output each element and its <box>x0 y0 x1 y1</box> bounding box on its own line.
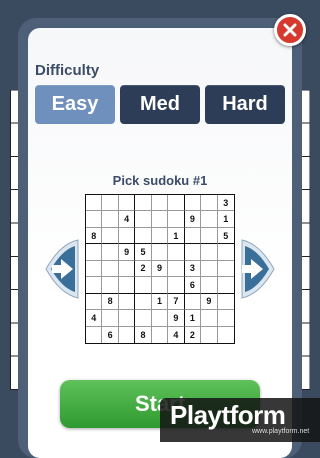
sudoku-cell[interactable] <box>118 227 136 245</box>
difficulty-title: Difficulty <box>35 62 100 79</box>
sudoku-cell[interactable] <box>102 260 119 278</box>
sudoku-cell[interactable] <box>151 195 169 212</box>
sudoku-cell[interactable]: 4 <box>118 211 136 228</box>
sudoku-cell[interactable] <box>168 244 185 261</box>
sudoku-cell[interactable] <box>151 227 169 245</box>
sudoku-cell[interactable] <box>135 277 152 294</box>
sudoku-cell[interactable]: 8 <box>102 293 119 311</box>
sudoku-cell[interactable] <box>201 277 218 294</box>
sudoku-cell[interactable]: 9 <box>168 310 185 327</box>
sudoku-cell[interactable] <box>151 310 169 327</box>
sudoku-cell[interactable]: 7 <box>168 293 185 311</box>
previous-puzzle-button[interactable] <box>42 238 80 300</box>
sudoku-cell[interactable]: 9 <box>118 244 136 261</box>
sudoku-cell[interactable] <box>217 244 234 261</box>
sudoku-cell[interactable] <box>201 211 218 228</box>
next-puzzle-button[interactable] <box>240 238 278 300</box>
sudoku-cell[interactable] <box>168 211 185 228</box>
sudoku-cell[interactable]: 5 <box>217 228 234 245</box>
sudoku-cell[interactable] <box>168 260 185 278</box>
sudoku-cell[interactable] <box>151 277 169 294</box>
sudoku-cell[interactable] <box>217 261 234 278</box>
sudoku-cell[interactable]: 1 <box>184 310 202 327</box>
sudoku-cell[interactable] <box>135 195 152 212</box>
sudoku-cell[interactable]: 9 <box>184 211 202 228</box>
sudoku-cell[interactable]: 3 <box>217 195 234 212</box>
close-button[interactable] <box>274 14 306 46</box>
sudoku-cell[interactable] <box>168 277 185 294</box>
sudoku-cell[interactable] <box>201 195 218 212</box>
sudoku-cell[interactable]: 6 <box>102 326 119 343</box>
sudoku-cell[interactable] <box>86 277 103 294</box>
sudoku-cell[interactable] <box>184 244 202 261</box>
sudoku-cell[interactable] <box>217 294 234 311</box>
sudoku-cell[interactable]: 6 <box>184 277 202 294</box>
sudoku-cell[interactable] <box>201 227 218 245</box>
sudoku-cell[interactable] <box>102 310 119 327</box>
sudoku-cell[interactable] <box>201 244 218 261</box>
sudoku-cell[interactable] <box>151 211 169 228</box>
sudoku-cell[interactable] <box>118 310 136 327</box>
sudoku-cell[interactable] <box>184 227 202 245</box>
sudoku-cell[interactable] <box>201 326 218 343</box>
sudoku-cell[interactable] <box>86 244 103 261</box>
sudoku-cell[interactable] <box>118 260 136 278</box>
difficulty-med-button[interactable]: Med <box>120 85 200 124</box>
sudoku-cell[interactable]: 9 <box>201 293 218 311</box>
sudoku-cell[interactable]: 1 <box>217 211 234 228</box>
sudoku-cell[interactable]: 3 <box>184 260 202 278</box>
sudoku-cell[interactable] <box>118 195 136 212</box>
sudoku-cell[interactable]: 4 <box>168 326 185 343</box>
sudoku-cell[interactable]: 1 <box>151 293 169 311</box>
sudoku-cell[interactable] <box>151 244 169 261</box>
difficulty-easy-button[interactable]: Easy <box>35 85 115 124</box>
sudoku-cell[interactable] <box>217 310 234 327</box>
sudoku-cell[interactable]: 9 <box>151 260 169 278</box>
sudoku-cell[interactable] <box>102 195 119 212</box>
sudoku-cell[interactable] <box>201 310 218 327</box>
sudoku-cell[interactable]: 5 <box>135 244 152 261</box>
difficulty-hard-button[interactable]: Hard <box>205 85 285 124</box>
watermark-text: Playtform <box>170 400 286 430</box>
sudoku-cell[interactable] <box>102 244 119 261</box>
sudoku-cell[interactable]: 1 <box>168 227 185 245</box>
sudoku-cell[interactable]: 2 <box>135 260 152 278</box>
sudoku-cell[interactable] <box>86 211 103 228</box>
sudoku-cell[interactable] <box>217 277 234 294</box>
sudoku-cell[interactable] <box>102 277 119 294</box>
sudoku-cell[interactable] <box>152 326 169 343</box>
sudoku-grid[interactable]: 349181595293681794916842 <box>85 194 235 344</box>
close-icon <box>283 23 297 37</box>
pick-sudoku-label: Pick sudoku #1 <box>112 173 208 188</box>
difficulty-selector: Easy Med Hard <box>35 85 285 125</box>
sudoku-cell[interactable] <box>218 327 234 343</box>
sudoku-cell[interactable] <box>86 326 103 343</box>
sudoku-cell[interactable] <box>118 293 136 311</box>
sudoku-cell[interactable] <box>102 211 119 228</box>
watermark-url: www.playtform.net <box>252 428 310 435</box>
sudoku-cell[interactable] <box>118 277 136 294</box>
sudoku-cell[interactable]: 8 <box>135 326 152 343</box>
sudoku-cell[interactable] <box>135 211 152 228</box>
sudoku-cell[interactable] <box>135 310 152 327</box>
sudoku-cell[interactable] <box>201 260 218 278</box>
sudoku-cell[interactable]: 2 <box>185 326 202 343</box>
sudoku-cell[interactable] <box>135 227 152 245</box>
arrow-right-icon <box>241 239 275 299</box>
sudoku-cell[interactable] <box>86 195 103 212</box>
sudoku-cell[interactable] <box>184 195 202 212</box>
sudoku-cell[interactable]: 4 <box>86 310 103 327</box>
sudoku-cell[interactable] <box>135 293 152 311</box>
sudoku-cell[interactable] <box>86 260 103 278</box>
sudoku-cell[interactable] <box>168 195 185 212</box>
sudoku-cell[interactable] <box>102 227 119 245</box>
arrow-left-icon <box>45 239 79 299</box>
sudoku-cell[interactable] <box>119 326 136 343</box>
sudoku-cell[interactable] <box>86 293 103 311</box>
sudoku-cell[interactable]: 8 <box>86 227 103 245</box>
sudoku-cell[interactable] <box>184 293 202 311</box>
